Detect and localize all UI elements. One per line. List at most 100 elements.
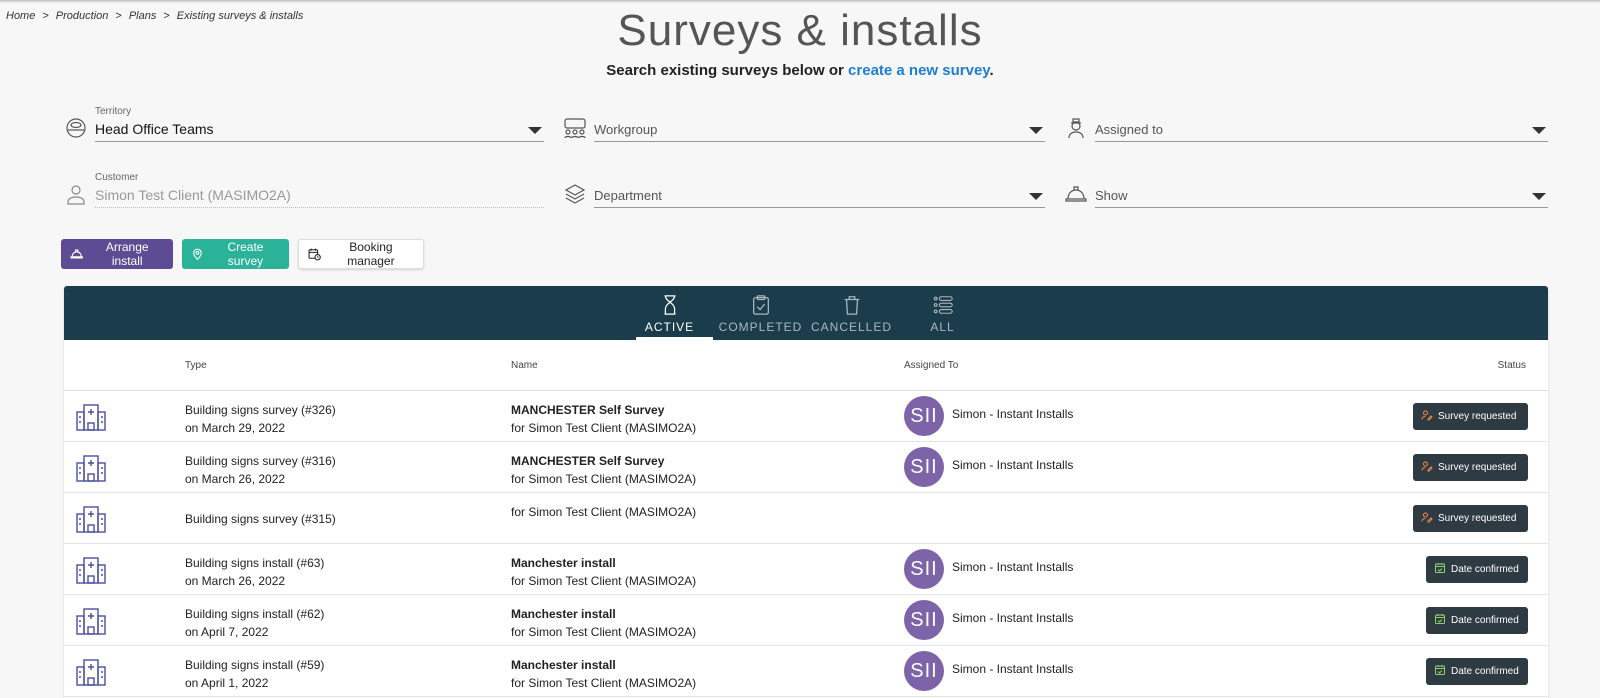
department-placeholder: Department [594,188,662,203]
row-assignee: SII Simon - Instant Installs [904,651,1073,691]
group-icon [564,118,586,139]
assigned-to-placeholder: Assigned to [1095,122,1163,137]
row-type: Building signs install (#63) on March 26… [185,554,324,590]
table-row[interactable]: Building signs survey (#316) on March 26… [64,442,1548,493]
hard-hat-icon [70,249,83,259]
row-customer: for Simon Test Client (MASIMO2A) [511,505,697,519]
chevron-down-icon [1532,127,1546,134]
calendar-check-icon [1435,563,1445,573]
tab-label: ALL [930,320,955,334]
row-customer: for Simon Test Client (MASIMO2A) [511,574,697,588]
calendar-clock-icon [308,248,321,261]
department-select[interactable]: Department [563,172,1045,208]
table-row[interactable]: Building signs install (#63) on March 26… [64,544,1548,595]
row-name: Manchester install for Simon Test Client… [511,605,696,641]
user-icon [67,185,85,205]
status-icon-slot [1421,511,1433,526]
chevron-down-icon [1029,127,1043,134]
tab-cancelled[interactable]: CANCELLED [806,286,897,340]
table-row[interactable]: Building signs survey (#315) for Simon T… [64,493,1548,544]
row-type-text: Building signs install (#59) [185,658,325,672]
arrange-install-button[interactable]: Arrange install [61,239,173,269]
row-name: MANCHESTER Self Survey for Simon Test Cl… [511,401,696,437]
assignee-name: Simon - Instant Installs [952,662,1074,676]
assigned-to-select[interactable]: Assigned to [1064,106,1548,142]
subtitle-text: Search existing surveys below or [606,62,849,79]
tab-completed[interactable]: COMPLETED [715,286,806,340]
column-header-status: Status [1497,360,1526,371]
status-badge: Survey requested [1413,454,1528,481]
row-name-title: Manchester install [511,556,616,570]
row-customer: for Simon Test Client (MASIMO2A) [511,676,697,690]
chevron-down-icon [1029,193,1043,200]
row-name-title: MANCHESTER Self Survey [511,403,665,417]
column-header-assigned: Assigned To [904,360,959,371]
building-icon [76,455,106,482]
table-row[interactable]: Building signs survey (#326) on March 29… [64,391,1548,442]
surveys-panel: ACTIVE COMPLETED CANCELLED ALL Type Name… [64,286,1548,698]
status-icon-slot [1434,664,1446,679]
row-date: on March 26, 2022 [185,574,286,588]
table-row[interactable]: Building signs install (#59) on April 1,… [64,646,1548,697]
show-select[interactable]: Show [1064,172,1548,208]
status-text: Survey requested [1438,513,1517,524]
row-type: Building signs survey (#316) on March 26… [185,452,336,488]
tab-label: COMPLETED [718,320,803,334]
status-tabs: ACTIVE COMPLETED CANCELLED ALL [64,286,1548,340]
row-assignee: SII Simon - Instant Installs [904,549,1073,589]
workgroup-select[interactable]: Workgroup [563,106,1045,142]
avatar: SII [904,549,944,589]
status-badge: Date confirmed [1426,607,1528,634]
user-edit-icon [1421,512,1433,523]
row-name-title: Manchester install [511,607,616,621]
assignee-name: Simon - Instant Installs [952,560,1074,574]
status-text: Date confirmed [1451,615,1519,626]
row-name-title: Manchester install [511,658,616,672]
row-customer: for Simon Test Client (MASIMO2A) [511,625,697,639]
row-type: Building signs install (#59) on April 1,… [185,656,324,692]
tab-active[interactable]: ACTIVE [624,286,715,340]
row-date: on April 7, 2022 [185,625,269,639]
row-name: Manchester install for Simon Test Client… [511,656,696,692]
avatar: SII [904,447,944,487]
avatar: SII [904,651,944,691]
status-text: Survey requested [1438,462,1517,473]
table-header: Type Name Assigned To Status [64,340,1548,391]
customer-label: Customer [95,172,139,183]
show-placeholder: Show [1095,188,1128,203]
customer-value: Simon Test Client (MASIMO2A) [95,187,291,203]
booking-manager-button[interactable]: Booking manager [298,239,424,269]
row-name-title: MANCHESTER Self Survey [511,454,665,468]
user-edit-icon [1421,410,1433,421]
page-title: Surveys & installs [617,6,983,55]
status-badge: Date confirmed [1426,556,1528,583]
tab-all[interactable]: ALL [897,286,988,340]
customer-field[interactable]: Customer Simon Test Client (MASIMO2A) [64,172,544,208]
row-customer: for Simon Test Client (MASIMO2A) [511,472,697,486]
table-body: Building signs survey (#326) on March 29… [64,391,1548,697]
tab-label: ACTIVE [644,320,695,334]
row-type-text: Building signs survey (#316) [185,454,336,468]
table-row[interactable]: Building signs install (#62) on April 7,… [64,595,1548,646]
create-new-survey-link[interactable]: create a new survey [848,62,989,79]
row-date: on March 29, 2022 [185,421,286,435]
row-assignee: SII Simon - Instant Installs [904,600,1073,640]
clipboard-check-icon [752,295,769,315]
layers-icon [564,184,586,204]
assignee-name: Simon - Instant Installs [952,611,1074,625]
status-badge: Survey requested [1413,505,1528,532]
chevron-down-icon [1532,193,1546,200]
chevron-down-icon [528,127,542,134]
row-assignee: SII Simon - Instant Installs [904,396,1073,436]
avatar: SII [904,600,944,640]
row-type: Building signs survey (#326) on March 29… [185,401,336,437]
territory-select[interactable]: Territory Head Office Teams [64,106,544,142]
status-text: Date confirmed [1451,666,1519,677]
status-icon-slot [1434,562,1446,577]
worker-icon [1068,118,1084,139]
status-icon-slot [1434,613,1446,628]
building-icon [76,557,106,584]
create-survey-button[interactable]: Create survey [182,239,289,269]
territory-value: Head Office Teams [95,121,214,137]
tab-label: CANCELLED [810,320,893,334]
